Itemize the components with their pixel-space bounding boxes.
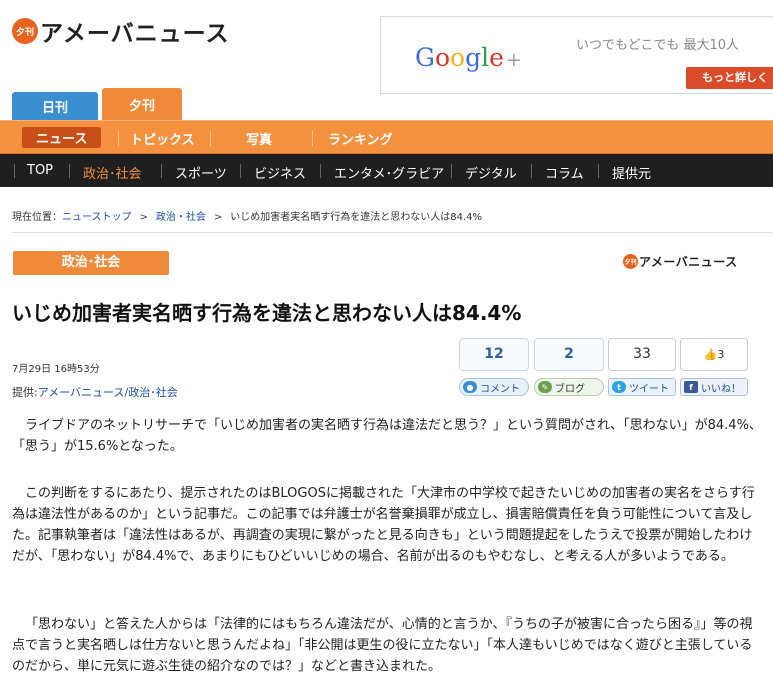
article-paragraph: 「思わない」と答えた人からは「法律的にはもちろん違法だが、心情的と言うか、『うち… xyxy=(12,617,753,674)
breadcrumb-current: いじめ加害者実名晒す行為を違法と思わない人は84.4% xyxy=(230,212,483,223)
nav-top[interactable]: TOP xyxy=(27,163,53,178)
breadcrumb-news-top[interactable]: ニューストップ xyxy=(62,212,132,223)
tab-yukan[interactable]: 夕刊 xyxy=(102,88,182,120)
logo-badge: 夕刊 xyxy=(623,254,638,269)
nav-divider xyxy=(531,164,532,178)
facebook-like-button[interactable]: f いいね！ xyxy=(680,378,748,396)
like-label: いいね！ xyxy=(701,383,741,395)
tweet-button[interactable]: t ツイート xyxy=(608,378,676,396)
ad-more-button[interactable]: もっと詳しく xyxy=(686,67,773,89)
breadcrumb-prefix: 現在位置： xyxy=(12,212,62,223)
nav-ranking[interactable]: ランキング xyxy=(328,129,393,148)
article-title: いじめ加害者実名晒す行為を違法と思わない人は84.4% xyxy=(12,301,522,325)
breadcrumb: 現在位置：ニューストップ > 政治・社会 > いじめ加害者実名晒す行為を違法と思わない人… xyxy=(12,208,482,223)
comment-button[interactable]: ● コメント xyxy=(459,378,529,396)
blog-count: 2 xyxy=(534,338,604,371)
nav-divider xyxy=(69,164,70,178)
pencil-icon: ✎ xyxy=(538,381,552,393)
logo-text: アメーバニュース xyxy=(40,21,230,47)
like-count: 👍3 xyxy=(680,338,748,371)
google-letter: o xyxy=(450,43,466,72)
nav-divider xyxy=(451,164,452,178)
article-paragraph: ライブドアのネットリサーチで「いじめ加害者の実名晒す行為は違法だと思う？」という… xyxy=(12,418,762,454)
google-plus-sign: + xyxy=(505,49,522,71)
breadcrumb-separator: > xyxy=(213,212,223,223)
nav-topics[interactable]: トピックス xyxy=(130,129,195,148)
google-letter: g xyxy=(465,43,482,72)
google-plus-logo: Google + xyxy=(415,43,522,72)
comment-label: コメント xyxy=(480,383,520,395)
primary-nav: ニュース トピックス 写真 ランキング xyxy=(0,120,773,154)
blog-label: ブログ xyxy=(555,383,585,395)
nav-divider xyxy=(240,164,241,178)
nav-news[interactable]: ニュース xyxy=(22,127,102,148)
tab-nikkan[interactable]: 日刊 xyxy=(12,92,98,120)
logo-badge: 夕刊 xyxy=(12,18,38,44)
nav-divider xyxy=(312,130,313,146)
divider xyxy=(12,232,773,233)
google-letter: o xyxy=(434,43,451,72)
article-paragraph: この判断をするにあたり、提示されたのはBLOGOSに掲載された「大津市の中学校で… xyxy=(12,486,755,564)
site-logo[interactable]: 夕刊 アメーバニュース xyxy=(12,14,229,48)
google-letter: e xyxy=(489,43,504,72)
nav-photos[interactable]: 写真 xyxy=(246,129,272,148)
secondary-nav: TOP 政治･社会 スポーツ ビジネス エンタメ･グラビア デジタル コラム 提… xyxy=(0,154,773,187)
nav-entame-gravure[interactable]: エンタメ･グラビア xyxy=(334,163,444,182)
source-label: 提供: xyxy=(12,386,38,399)
category-badge[interactable]: 政治･社会 xyxy=(13,251,169,275)
ad-text: いつでもどこでも 最大10人 xyxy=(576,38,740,53)
tweet-label: ツイート xyxy=(629,383,669,395)
nav-providers[interactable]: 提供元 xyxy=(612,163,651,182)
comment-count: 12 xyxy=(459,338,529,371)
nav-divider xyxy=(210,130,211,146)
nav-divider xyxy=(161,164,162,178)
article-date: 7月29日 16時53分 xyxy=(12,364,100,375)
source-link[interactable]: アメーバニュース/政治･社会 xyxy=(38,386,178,399)
like-count-value: 3 xyxy=(717,348,725,361)
google-letter: G xyxy=(415,43,435,72)
logo-text: アメーバニュース xyxy=(639,255,738,269)
nav-business[interactable]: ビジネス xyxy=(254,163,306,182)
article-source: 提供:アメーバニュース/政治･社会 xyxy=(12,384,178,400)
comment-icon: ● xyxy=(463,381,477,393)
nav-divider xyxy=(118,130,119,146)
google-letter: l xyxy=(481,43,490,72)
blog-button[interactable]: ✎ ブログ xyxy=(534,378,604,396)
nav-divider xyxy=(14,164,15,178)
facebook-icon: f xyxy=(684,381,698,393)
google-plus-ad[interactable]: Google + いつでもどこでも 最大10人 もっと詳しく xyxy=(380,16,773,94)
tweet-count: 33 xyxy=(608,338,676,371)
nav-politics-society[interactable]: 政治･社会 xyxy=(83,163,142,182)
nav-column[interactable]: コラム xyxy=(545,163,584,182)
article-brand-logo: 夕刊 アメーバニュース xyxy=(623,253,738,270)
nav-divider xyxy=(598,164,599,178)
twitter-bird-icon: t xyxy=(612,381,626,393)
breadcrumb-politics-society[interactable]: 政治・社会 xyxy=(156,212,206,223)
nav-divider xyxy=(320,164,321,178)
nav-sports[interactable]: スポーツ xyxy=(175,163,227,182)
thumbs-up-icon: 👍 xyxy=(703,348,718,361)
breadcrumb-separator: > xyxy=(139,212,148,223)
nav-digital[interactable]: デジタル xyxy=(465,163,517,182)
